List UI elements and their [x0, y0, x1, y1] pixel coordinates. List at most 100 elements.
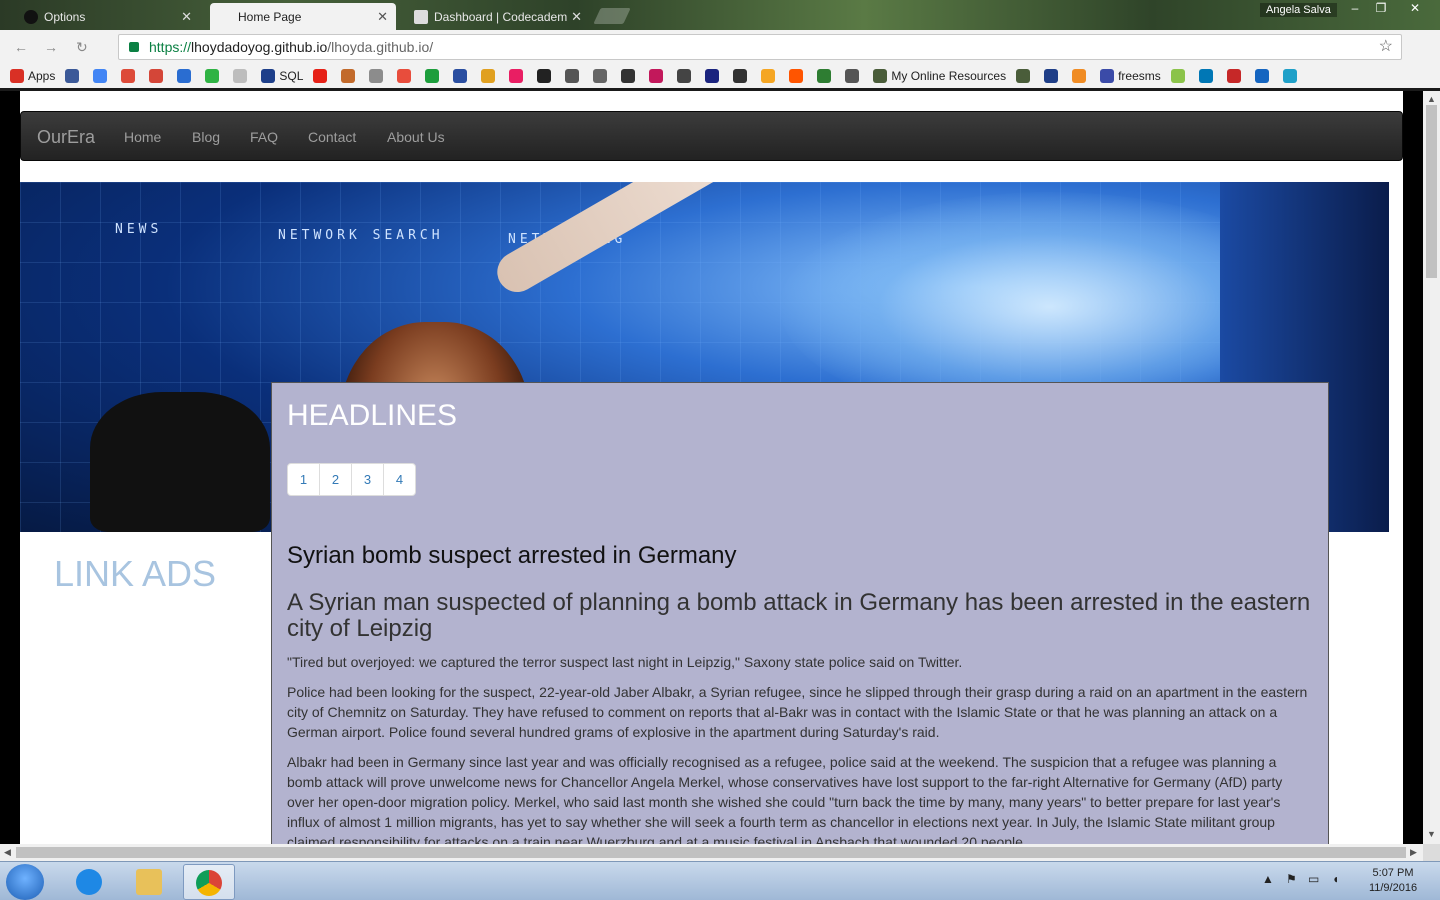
bookmark-label: freesms: [1118, 69, 1161, 83]
headlines-panel: HEADLINES 1 2 3 4 Syrian bomb suspect ar…: [271, 382, 1329, 844]
bookmark-item[interactable]: [481, 69, 499, 83]
chrome-icon: [196, 870, 222, 896]
bookmark-favicon-icon: [65, 69, 80, 83]
bookmark-star-icon[interactable]: ☆: [1379, 35, 1393, 59]
bookmarks-bar: Apps SQL My Online Resources freesms: [0, 64, 1440, 88]
bookmark-item[interactable]: [621, 69, 639, 83]
bookmark-item[interactable]: [537, 69, 555, 83]
tab-dashboard[interactable]: Dashboard | Codecadem ✕: [404, 3, 590, 30]
bookmark-favicon-icon: [845, 69, 860, 83]
start-button[interactable]: [6, 864, 44, 900]
scroll-down-icon[interactable]: ▼: [1427, 829, 1436, 839]
back-icon[interactable]: ←: [14, 39, 28, 55]
bookmark-item[interactable]: [1282, 69, 1301, 83]
maximize-button[interactable]: ❐: [1368, 0, 1394, 18]
bookmark-item[interactable]: [845, 69, 863, 83]
system-clock[interactable]: 5:07 PM 11/9/2016: [1358, 866, 1428, 896]
bookmark-item[interactable]: My Online Resources: [873, 69, 1006, 83]
profile-name[interactable]: Angela Salva: [1260, 3, 1337, 17]
volume-icon[interactable]: ◖: [1332, 872, 1339, 886]
scroll-right-icon[interactable]: ▶: [1410, 847, 1417, 858]
clock-date: 11/9/2016: [1368, 882, 1418, 894]
bookmark-item[interactable]: [453, 69, 471, 83]
scroll-left-icon[interactable]: ◀: [4, 847, 11, 858]
scrollbar-corner: [1423, 844, 1440, 861]
bookmark-item[interactable]: [177, 69, 195, 83]
page-link-4[interactable]: 4: [383, 463, 416, 496]
minimize-button[interactable]: –: [1342, 0, 1368, 18]
hero-news-text: NEWS: [115, 222, 163, 237]
scroll-up-icon[interactable]: ▲: [1427, 94, 1436, 104]
bookmark-item[interactable]: [205, 69, 223, 83]
bookmark-item[interactable]: [565, 69, 583, 83]
taskbar-internet-explorer[interactable]: [64, 864, 116, 900]
nav-faq[interactable]: FAQ: [250, 129, 278, 145]
bookmark-item[interactable]: [233, 69, 251, 83]
nav-about-us[interactable]: About Us: [387, 129, 445, 145]
horizontal-scrollbar[interactable]: ◀ ▶: [0, 844, 1423, 861]
bookmark-favicon-icon: [1072, 69, 1087, 83]
taskbar-file-explorer[interactable]: [124, 864, 176, 900]
bookmark-item[interactable]: [649, 69, 667, 83]
page-link-2[interactable]: 2: [319, 463, 352, 496]
bookmark-item[interactable]: [1198, 69, 1217, 83]
bookmark-item[interactable]: [121, 69, 139, 83]
codecademy-icon: [414, 9, 428, 24]
vertical-scroll-thumb[interactable]: [1426, 105, 1437, 278]
vertical-scrollbar[interactable]: ▲ ▼: [1423, 91, 1440, 844]
bookmark-favicon-icon: [425, 69, 440, 83]
bookmark-item[interactable]: [1226, 69, 1245, 83]
bookmark-item[interactable]: [1044, 69, 1062, 83]
taskbar-chrome[interactable]: [183, 864, 235, 900]
bookmark-item[interactable]: [93, 69, 111, 83]
tab-home-page[interactable]: Home Page ✕: [210, 3, 396, 30]
network-icon[interactable]: ▭: [1308, 872, 1319, 886]
bookmark-item[interactable]: [425, 69, 443, 83]
lock-icon: [129, 42, 139, 52]
site-brand[interactable]: OurEra: [37, 127, 95, 148]
flag-icon[interactable]: ⚑: [1286, 872, 1297, 886]
bookmark-item[interactable]: [65, 69, 83, 83]
bookmark-label: My Online Resources: [891, 69, 1007, 83]
hero-network-text: NETWORK SEARCH: [278, 228, 444, 243]
bookmark-item[interactable]: [733, 69, 751, 83]
bookmark-item[interactable]: [761, 69, 779, 83]
bookmark-item[interactable]: [789, 69, 807, 83]
new-tab-button[interactable]: [593, 8, 631, 24]
bookmark-item[interactable]: [593, 69, 611, 83]
close-tab-icon[interactable]: ✕: [377, 9, 388, 25]
nav-blog[interactable]: Blog: [192, 129, 220, 145]
horizontal-scroll-thumb[interactable]: [16, 847, 1406, 858]
tab-options[interactable]: Options ✕: [14, 3, 200, 30]
bookmark-item[interactable]: [1072, 69, 1090, 83]
page-link-1[interactable]: 1: [287, 463, 320, 496]
bookmark-item[interactable]: [1170, 69, 1189, 83]
bookmark-item[interactable]: [397, 69, 415, 83]
bookmark-item[interactable]: [509, 69, 527, 83]
bookmark-item[interactable]: SQL: [261, 69, 303, 83]
page-link-3[interactable]: 3: [351, 463, 384, 496]
bookmark-item[interactable]: [369, 69, 387, 83]
reload-icon[interactable]: ↻: [76, 39, 88, 56]
bookmark-item[interactable]: Apps: [10, 69, 55, 83]
nav-home[interactable]: Home: [124, 129, 161, 145]
bookmark-item[interactable]: [1016, 69, 1034, 83]
bookmark-item[interactable]: [705, 69, 723, 83]
bookmark-favicon-icon: [93, 69, 108, 83]
nav-contact[interactable]: Contact: [308, 129, 356, 145]
bookmark-item[interactable]: [677, 69, 695, 83]
bookmark-item[interactable]: freesms: [1100, 69, 1161, 83]
bookmark-item[interactable]: [313, 69, 331, 83]
address-bar[interactable]: https://lhoydadoyog.github.io/lhoyda.git…: [118, 34, 1402, 60]
close-tab-icon[interactable]: ✕: [571, 9, 582, 25]
article-title: Syrian bomb suspect arrested in Germany: [287, 542, 737, 569]
bookmark-item[interactable]: [817, 69, 835, 83]
forward-icon[interactable]: →: [44, 39, 58, 55]
close-window-button[interactable]: ✕: [1398, 0, 1432, 18]
bookmark-item[interactable]: [149, 69, 167, 83]
tray-expand-icon[interactable]: ▲: [1262, 872, 1274, 886]
bookmark-favicon-icon: [1044, 69, 1059, 83]
bookmark-item[interactable]: [341, 69, 359, 83]
close-tab-icon[interactable]: ✕: [181, 9, 192, 25]
bookmark-item[interactable]: [1254, 69, 1273, 83]
